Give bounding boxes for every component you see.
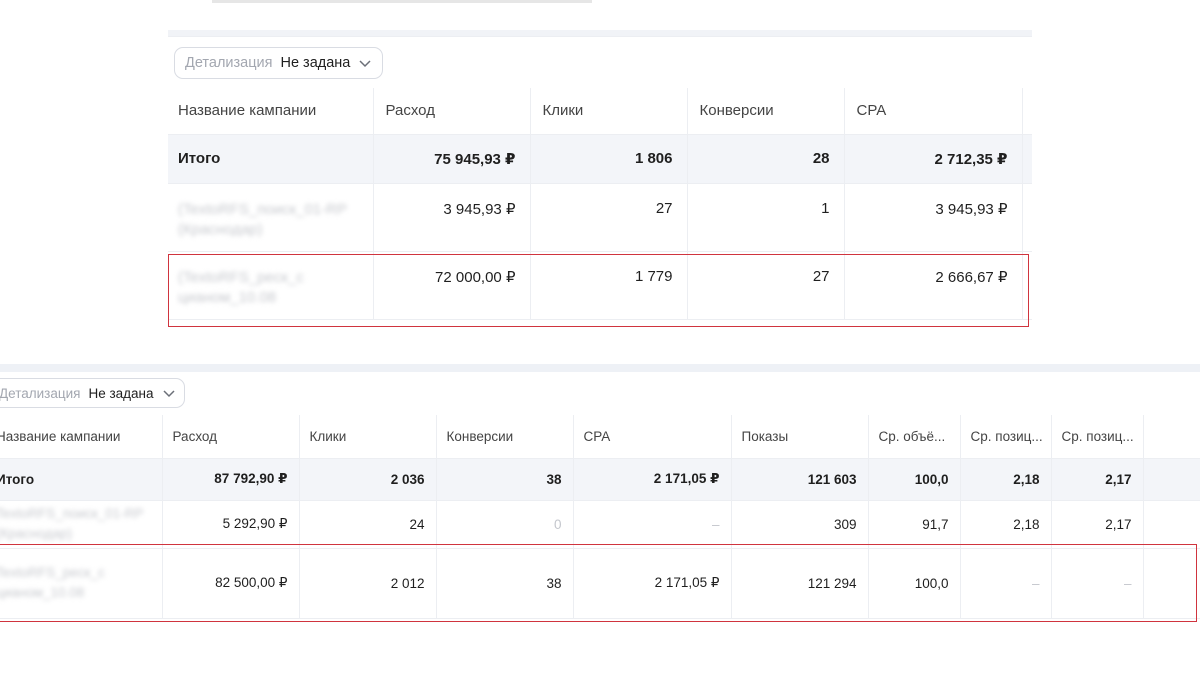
chevron-down-icon bbox=[162, 390, 175, 398]
column-header-cpa[interactable]: CPA bbox=[844, 88, 1023, 135]
table-header-row: Название кампании Расход Клики Конверсии… bbox=[0, 415, 1200, 459]
detail-label: Детализация bbox=[0, 385, 81, 401]
detail-dropdown[interactable]: Детализация Не задана bbox=[174, 47, 384, 79]
row-clicks: 24 bbox=[299, 500, 437, 549]
row-cpa: – bbox=[573, 500, 732, 549]
highlight-box bbox=[168, 254, 1029, 327]
total-label: Итого bbox=[0, 458, 163, 501]
detail-dropdown[interactable]: Детализация Не задана bbox=[0, 378, 185, 408]
total-avg-position-1: 2,18 bbox=[960, 458, 1052, 501]
row-cpa: 3 945,93 ₽ bbox=[844, 183, 1023, 252]
total-cpa: 2 712,35 ₽ bbox=[844, 134, 1023, 184]
row-avg-volume: 91,7 bbox=[868, 500, 961, 549]
total-spend: 75 945,93 ₽ bbox=[373, 134, 531, 184]
row-conversions: 1 bbox=[687, 183, 845, 252]
row-avg-position-1: 2,18 bbox=[960, 500, 1052, 549]
chevron-down-icon bbox=[359, 60, 371, 68]
column-header-extra bbox=[1022, 88, 1032, 135]
table-row: (TextoRFS_поиск_01-RP (Краснодар) 3 945,… bbox=[168, 183, 1032, 252]
column-header-clicks[interactable]: Клики bbox=[299, 415, 437, 459]
total-cpa: 2 171,05 ₽ bbox=[573, 458, 732, 501]
toolbar-blurred-line bbox=[212, 0, 592, 3]
column-header-spend[interactable]: Расход bbox=[373, 88, 531, 135]
column-header-impressions[interactable]: Показы bbox=[731, 415, 869, 459]
total-impressions: 121 603 bbox=[731, 458, 869, 501]
campaign-name-line2: (Краснодар) bbox=[178, 220, 263, 238]
total-conversions: 28 bbox=[687, 134, 845, 184]
column-header-conversions[interactable]: Конверсии bbox=[687, 88, 845, 135]
column-header-spend[interactable]: Расход bbox=[162, 415, 300, 459]
row-spend: 3 945,93 ₽ bbox=[373, 183, 531, 252]
total-clicks: 1 806 bbox=[530, 134, 688, 184]
section-divider-strip bbox=[168, 30, 1032, 36]
campaign-name[interactable]: TextoRFS_поиск_01-RP (Краснодар) bbox=[0, 500, 163, 549]
row-avg-position-2: 2,17 bbox=[1051, 500, 1144, 549]
total-clicks: 2 036 bbox=[299, 458, 437, 501]
detail-value: Не задана bbox=[88, 385, 154, 401]
column-header-avg-volume[interactable]: Ср. объё... bbox=[868, 415, 961, 459]
highlight-box bbox=[0, 544, 1197, 622]
column-header-campaign[interactable]: Название кампании bbox=[168, 88, 374, 135]
campaign-name-line1: TextoRFS_поиск_01-RP bbox=[0, 506, 144, 521]
column-header-avg-position-1[interactable]: Ср. позиц... bbox=[960, 415, 1052, 459]
detail-value: Не задана bbox=[280, 55, 351, 71]
row-conversions: 0 bbox=[436, 500, 574, 549]
column-header-conversions[interactable]: Конверсии bbox=[436, 415, 574, 459]
table-header-row: Название кампании Расход Клики Конверсии… bbox=[168, 88, 1032, 135]
total-conversions: 38 bbox=[436, 458, 574, 501]
total-label: Итого bbox=[168, 134, 374, 184]
column-header-extra bbox=[1143, 415, 1200, 459]
row-clicks: 27 bbox=[530, 183, 688, 252]
row-impressions: 309 bbox=[731, 500, 869, 549]
bottom-report-panel: Детализация Не задана Название кампании … bbox=[0, 372, 1200, 652]
top-report-panel: Детализация Не задана Название кампании … bbox=[168, 0, 1032, 340]
column-header-campaign[interactable]: Название кампании bbox=[0, 415, 163, 459]
total-avg-volume: 100,0 bbox=[868, 458, 961, 501]
column-header-clicks[interactable]: Клики bbox=[530, 88, 688, 135]
screenshot-divider bbox=[0, 364, 1200, 372]
total-row: Итого 87 792,90 ₽ 2 036 38 2 171,05 ₽ 12… bbox=[0, 458, 1200, 501]
campaign-name-line2: (Краснодар) bbox=[0, 526, 73, 541]
total-spend: 87 792,90 ₽ bbox=[162, 458, 300, 501]
detail-label: Детализация bbox=[185, 55, 273, 71]
total-row: Итого 75 945,93 ₽ 1 806 28 2 712,35 ₽ bbox=[168, 134, 1032, 184]
campaign-name-line1: (TextoRFS_поиск_01-RP bbox=[178, 200, 347, 218]
column-header-cpa[interactable]: CPA bbox=[573, 415, 732, 459]
total-avg-position-2: 2,17 bbox=[1051, 458, 1144, 501]
row-spend: 5 292,90 ₽ bbox=[162, 500, 300, 549]
table-row: TextoRFS_поиск_01-RP (Краснодар) 5 292,9… bbox=[0, 500, 1200, 549]
campaign-name[interactable]: (TextoRFS_поиск_01-RP (Краснодар) bbox=[168, 183, 374, 252]
column-header-avg-position-2[interactable]: Ср. позиц... bbox=[1051, 415, 1144, 459]
